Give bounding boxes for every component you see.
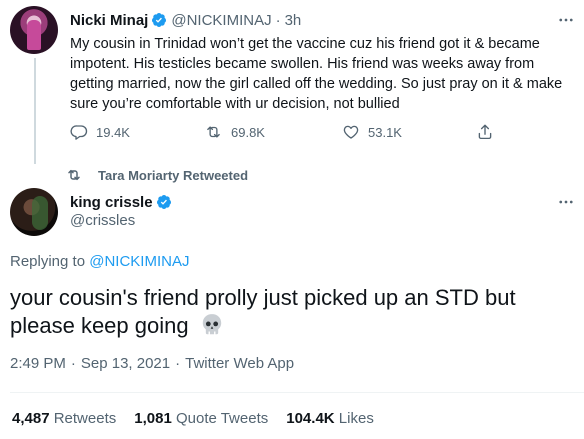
like-button[interactable]: 53.1K xyxy=(342,122,402,142)
author-handle[interactable]: @crissles xyxy=(70,212,135,229)
avatar[interactable] xyxy=(10,6,58,54)
thread-line xyxy=(34,58,36,164)
tweet-header: Nicki Minaj @NICKIMINAJ · 3h xyxy=(70,10,301,30)
parent-tweet[interactable]: Nicki Minaj @NICKIMINAJ · 3h My cousin i… xyxy=(0,0,584,164)
retweet-icon xyxy=(204,123,223,141)
main-author-name-row: king crissle xyxy=(70,192,176,212)
tweet-time[interactable]: 3h xyxy=(285,12,302,29)
author-name[interactable]: Nicki Minaj xyxy=(70,12,148,29)
quotes-label: Quote Tweets xyxy=(175,409,269,427)
tweet-actions: 19.4K 69.8K 53.1K xyxy=(70,122,492,142)
retweet-context[interactable]: Tara Moriarty Retweeted xyxy=(68,167,249,183)
skull-icon xyxy=(199,312,225,345)
share-button[interactable] xyxy=(476,122,502,142)
replying-to-label: Replying to xyxy=(10,253,86,270)
tweet-text: My cousin in Trinidad won’t get the vacc… xyxy=(70,36,563,112)
like-count: 53.1K xyxy=(368,124,402,140)
tweet-text-body: your cousin's friend prolly just picked … xyxy=(10,285,516,338)
separator-dot: · xyxy=(175,355,181,372)
retweets-label: Retweets xyxy=(53,409,117,427)
avatar[interactable] xyxy=(10,188,58,236)
tweet-metadata: 2:49 PM · Sep 13, 2021 · Twitter Web App xyxy=(10,355,294,372)
retweets-count: 4,487 xyxy=(12,409,50,427)
retweet-count: 69.8K xyxy=(231,124,265,140)
reply-button[interactable]: 19.4K xyxy=(70,122,130,142)
likes-count: 104.4K xyxy=(286,409,335,427)
quote-tweets-stat[interactable]: 1,081 Quote Tweets xyxy=(134,410,268,427)
divider xyxy=(10,392,584,393)
separator-dot: · xyxy=(70,355,76,372)
likes-stat[interactable]: 104.4K Likes xyxy=(286,410,374,427)
more-icon xyxy=(559,200,573,204)
quotes-count: 1,081 xyxy=(134,409,172,427)
retweet-button[interactable]: 69.8K xyxy=(204,122,265,142)
author-handle[interactable]: @NICKIMINAJ xyxy=(171,12,271,29)
retweets-stat[interactable]: 4,487 Retweets xyxy=(12,410,116,427)
reply-count: 19.4K xyxy=(96,124,130,140)
share-icon xyxy=(476,123,494,141)
tweet-source[interactable]: Twitter Web App xyxy=(185,355,294,372)
verified-badge-icon xyxy=(156,194,172,210)
heart-icon xyxy=(342,123,360,141)
more-icon xyxy=(559,18,573,22)
tweet-time[interactable]: 2:49 PM xyxy=(10,355,66,372)
engagement-stats: 4,487 Retweets 1,081 Quote Tweets 104.4K… xyxy=(12,408,392,428)
retweet-icon xyxy=(66,167,82,183)
reply-icon xyxy=(70,123,88,141)
replying-to: Replying to @NICKIMINAJ xyxy=(10,253,189,270)
retweet-context-label: Tara Moriarty Retweeted xyxy=(98,167,249,183)
more-options-button[interactable] xyxy=(556,192,576,212)
separator-dot: · xyxy=(275,11,281,29)
tweet-date[interactable]: Sep 13, 2021 xyxy=(81,355,170,372)
author-name[interactable]: king crissle xyxy=(70,194,153,211)
replying-to-link[interactable]: @NICKIMINAJ xyxy=(89,253,189,270)
tweet-text: your cousin's friend prolly just picked … xyxy=(10,284,570,345)
verified-badge-icon xyxy=(151,12,167,28)
likes-label: Likes xyxy=(338,409,374,427)
more-options-button[interactable] xyxy=(556,10,576,30)
